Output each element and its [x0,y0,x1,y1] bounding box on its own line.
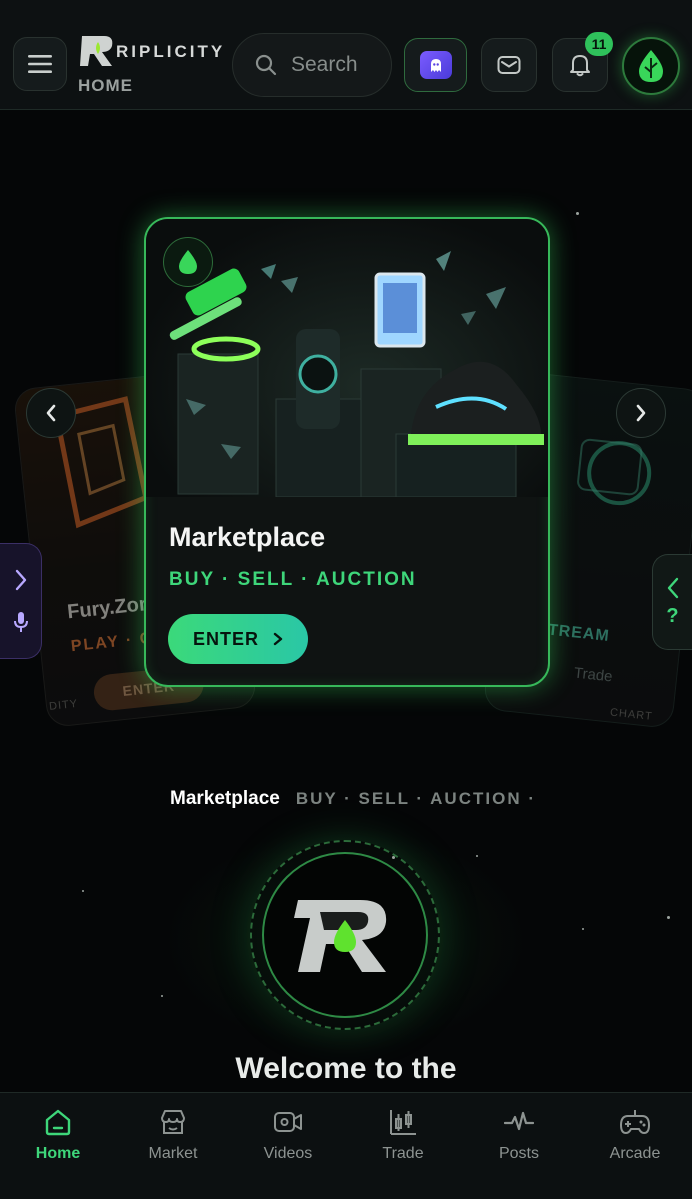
drop-icon [179,250,197,274]
bottom-navigation: Home Market Videos Trade Posts Arcade [0,1092,692,1199]
help-tab[interactable]: ? [652,554,692,650]
nav-label: Trade [382,1145,424,1162]
microphone-icon [13,612,28,632]
carousel-card-marketplace[interactable]: Marketplace BUY · SELL · AUCTION ENTER [144,217,550,687]
riplicity-emblem [250,840,440,1030]
search-placeholder: Search [291,53,358,76]
chevron-right-icon [273,632,283,646]
caption-title: Marketplace [170,788,280,809]
store-icon [161,1110,185,1134]
card-title: Marketplace [169,522,326,552]
chevron-right-icon [636,404,646,422]
nav-market[interactable]: Market [123,1107,223,1177]
video-icon [274,1112,302,1132]
nav-label: Posts [498,1145,539,1162]
search-bar[interactable]: Search [232,33,392,97]
green-drop-icon [639,50,663,82]
gamepad-icon [620,1110,650,1134]
messages-button[interactable] [481,38,537,92]
ghost-app-button[interactable] [404,38,467,92]
home-icon [45,1109,71,1136]
nav-label: Videos [263,1145,313,1162]
enter-button-label: ENTER [192,628,259,649]
hamburger-icon [28,55,52,73]
right-card-subtitle-2: Trade [573,664,614,686]
marketplace-artwork [146,219,548,498]
caption-subtitle: BUY · SELL · AUCTION · [295,789,536,808]
carousel-caption: Marketplace BUY · SELL · AUCTION · [170,788,536,810]
ghost-icon [430,59,441,72]
voice-assistant-tab[interactable] [0,543,42,659]
help-icon: ? [666,604,679,627]
riplicity-mark-icon [80,36,113,66]
left-card-title: Fury.Zon [66,592,153,624]
left-card-footer: DITY [48,697,79,713]
chevron-right-icon [15,569,26,591]
card-subtitle: BUY · SELL · AUCTION [169,569,417,590]
carousel-next-button[interactable] [616,388,666,438]
right-card-footer: CHART [609,706,654,723]
nav-home[interactable]: Home [8,1107,108,1177]
mail-icon [497,56,521,74]
brand-logo[interactable]: RIPLICITY [78,30,228,70]
riplicity-r-logo-icon [294,900,387,972]
top-header: RIPLICITY HOME Search 11 [0,0,692,110]
candles-icon [390,1110,416,1135]
nav-label: Arcade [609,1145,661,1162]
nav-arcade[interactable]: Arcade [585,1107,685,1177]
chevron-left-icon [667,577,678,598]
avatar[interactable] [622,37,680,95]
nav-label: Market [148,1145,198,1162]
nav-videos[interactable]: Videos [238,1107,338,1177]
search-icon [255,54,277,76]
nav-label: Home [35,1145,81,1162]
enter-button[interactable]: ENTER [168,614,308,664]
menu-button[interactable] [13,37,67,91]
pulse-icon [504,1111,534,1131]
carousel-prev-button[interactable] [26,388,76,438]
nav-trade[interactable]: Trade [353,1107,453,1177]
brand-name: RIPLICITY [116,42,226,61]
page-label: HOME [78,76,133,95]
nav-posts[interactable]: Posts [469,1107,569,1177]
chevron-left-icon [46,404,56,422]
welcome-heading: Welcome to the [235,1052,457,1085]
drop-badge [163,237,213,287]
notification-badge: 11 [585,32,613,56]
bell-icon [570,55,590,77]
